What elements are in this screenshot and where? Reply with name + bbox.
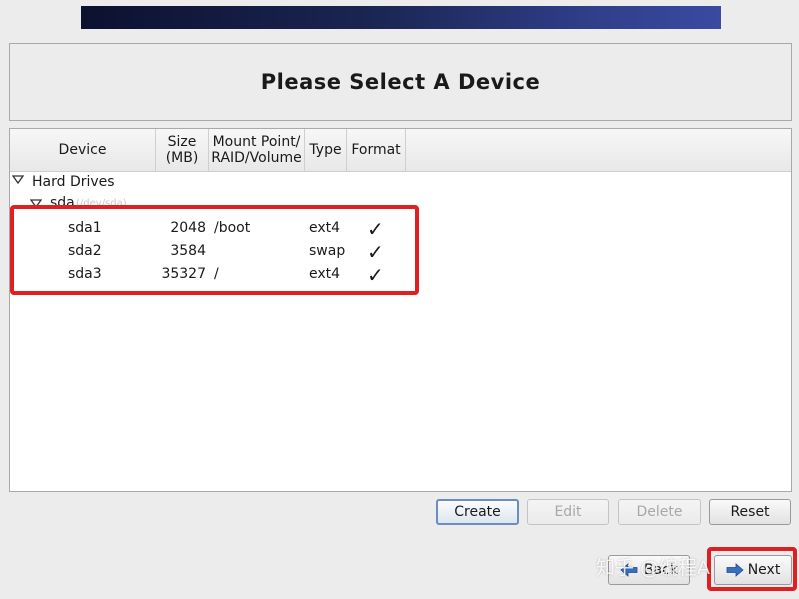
column-type-label: Type bbox=[309, 142, 342, 158]
column-device-label: Device bbox=[58, 142, 107, 158]
tree-header: Device Size (MB) Mount Point/ RAID/Volum… bbox=[10, 129, 791, 172]
column-size[interactable]: Size (MB) bbox=[156, 129, 209, 171]
column-format-label: Format bbox=[351, 142, 401, 158]
partitions-highlight-box bbox=[10, 205, 419, 295]
tree-group-hard-drives[interactable]: Hard Drives bbox=[10, 171, 791, 193]
next-highlight-box bbox=[707, 547, 797, 591]
column-mount[interactable]: Mount Point/ RAID/Volume bbox=[209, 129, 305, 171]
column-mount-label-2: RAID/Volume bbox=[211, 150, 302, 166]
reset-button[interactable]: Reset bbox=[709, 499, 791, 525]
expander-down-icon[interactable] bbox=[11, 173, 25, 189]
device-tree[interactable]: Device Size (MB) Mount Point/ RAID/Volum… bbox=[9, 128, 792, 492]
column-format[interactable]: Format bbox=[347, 129, 406, 171]
delete-button[interactable]: Delete bbox=[618, 499, 701, 525]
column-mount-label-1: Mount Point/ bbox=[212, 134, 301, 150]
page-title: Please Select A Device bbox=[260, 70, 541, 94]
watermark-text: 知乎 @编程A bbox=[596, 557, 711, 579]
column-device[interactable]: Device bbox=[10, 129, 156, 171]
title-panel: Please Select A Device bbox=[9, 43, 792, 121]
group-label: Hard Drives bbox=[32, 174, 115, 190]
edit-button[interactable]: Edit bbox=[527, 499, 609, 525]
header-banner bbox=[81, 6, 721, 29]
create-button[interactable]: Create bbox=[436, 499, 519, 525]
column-size-label-1: Size bbox=[167, 134, 197, 150]
column-type[interactable]: Type bbox=[305, 129, 347, 171]
column-size-label-2: (MB) bbox=[165, 150, 199, 166]
